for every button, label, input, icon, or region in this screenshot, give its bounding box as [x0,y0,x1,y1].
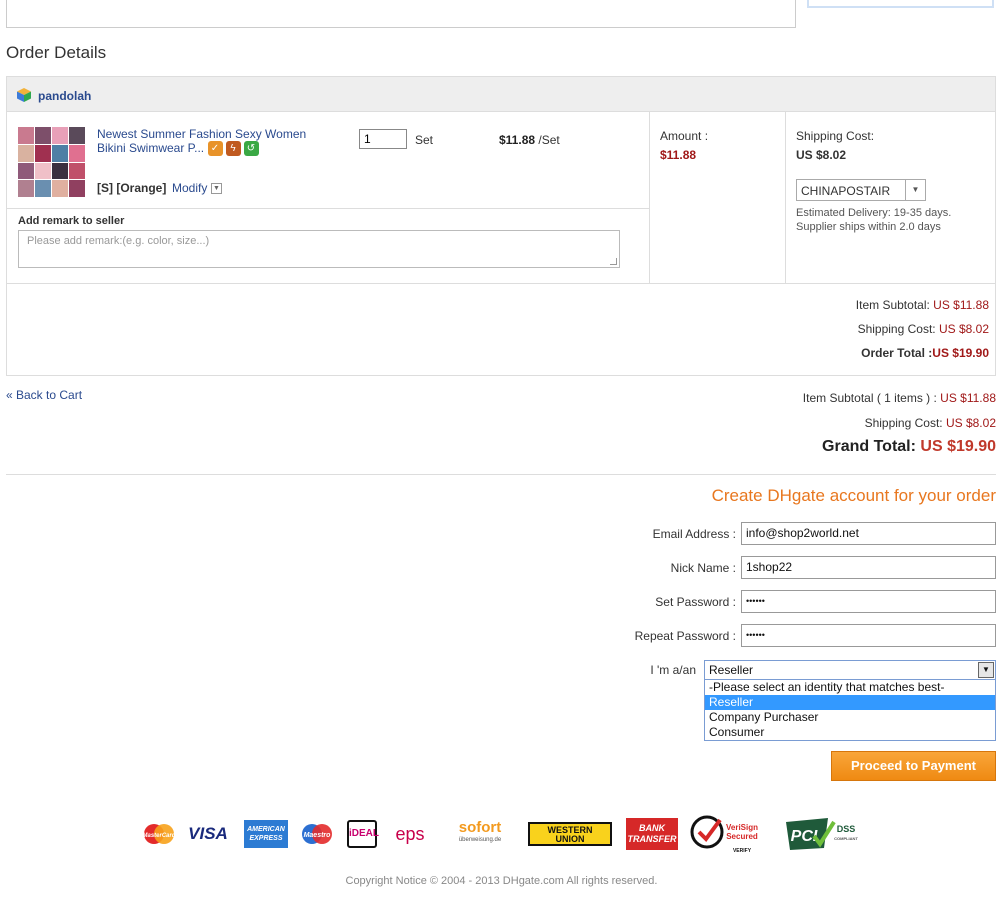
shipping-label: Shipping Cost: [796,129,875,143]
seller-link[interactable]: pandolah [38,89,91,103]
svg-text:DSS: DSS [837,824,856,834]
mastercard-logo: MasterCard [142,816,176,852]
repeat-password-label: Repeat Password : [634,629,736,643]
modify-link[interactable]: Modify [172,181,207,195]
svg-text:COMPLIANT: COMPLIANT [834,836,858,841]
divider [6,474,996,475]
quantity-unit: Set [415,133,434,147]
back-to-cart-link[interactable]: « Back to Cart [6,388,82,402]
shipping-cost: Shipping Cost: US $8.02 [864,416,996,430]
identity-option[interactable]: Consumer [705,725,995,740]
product-thumbnail[interactable] [18,127,85,197]
chevron-down-icon[interactable]: ▼ [211,183,222,194]
shipping-carrier-select[interactable]: CHINAPOSTAIR ▼ [796,179,926,201]
grand-total: Grand Total: US $19.90 [822,438,996,455]
eps-logo: eps [395,823,425,844]
copyright-notice: Copyright Notice © 2004 - 2013 DHgate.co… [345,875,658,887]
svg-text:MasterCard: MasterCard [142,833,175,839]
repeat-password-field[interactable]: •••••• [741,624,996,647]
amount-value: $11.88 [660,148,697,162]
chevron-down-icon[interactable]: ▼ [905,180,925,200]
express-icon: ϟ [225,141,241,157]
product-title[interactable]: Newest Summer Fashion Sexy Women Bikini … [97,127,327,157]
delivery-estimate: Estimated Delivery: 19-35 days. Supplier… [796,207,952,233]
guarantee-icon: ✓ [207,141,223,157]
pci-shield-icon: PCI DSS COMPLIANT [786,818,858,850]
amex-logo: AMERICAN EXPRESS [244,816,288,852]
product-badges: ✓ ϟ ↺ [207,141,259,157]
maestro-logo: Maestro [300,816,334,852]
chevron-down-icon[interactable]: ▼ [978,662,994,678]
seller-bar: pandolah [7,77,995,112]
amex-badge: AMERICAN EXPRESS [244,820,288,848]
bank-transfer-logo: BANK TRANSFER [626,816,678,852]
unit-price: $11.88 /Set [499,133,560,147]
password-label: Set Password : [655,595,736,609]
sofort-logo: sofort überweisung.de [458,819,502,843]
remark-textarea[interactable]: Please add remark:(e.g. color, size...) [18,230,620,268]
divider [649,112,650,283]
divider [7,283,995,284]
mastercard-icon: MasterCard [142,824,176,844]
create-account-title: Create DHgate account for your order [711,486,996,505]
identity-option[interactable]: Company Purchaser [705,710,995,725]
nickname-field[interactable]: 1shop22 [741,556,996,579]
shipping-value: US $8.02 [796,148,847,162]
divider [7,208,649,209]
identity-option[interactable]: Reseller [705,695,995,710]
email-label: Email Address : [652,527,736,541]
identity-selected-value: Reseller [709,663,754,677]
ideal-logo: iDEAL [346,816,379,852]
return-icon: ↺ [243,141,259,157]
western-union-badge: WESTERN UNION [528,822,612,846]
visa-logo: VISA [188,824,228,843]
svg-text:Maestro: Maestro [304,832,332,839]
svg-text:Secured: Secured [726,832,758,841]
verisign-checkmark-icon: VeriSign Secured VERIFY [690,815,758,854]
page-title: Order Details [6,43,107,62]
pci-dss-logo: PCI DSS COMPLIANT [784,816,862,852]
side-panel-box [807,0,994,8]
quantity-input[interactable] [359,129,407,149]
svg-text:VeriSign: VeriSign [726,823,758,832]
identity-dropdown: -Please select an identity that matches … [704,679,996,741]
maestro-icon: Maestro [302,824,332,844]
payment-methods: MasterCard VISA AMERICAN EXPRESS Maestro … [140,815,870,856]
svg-text:VERIFY: VERIFY [733,848,752,854]
previous-section-box [6,0,796,28]
nickname-label: Nick Name : [670,561,736,575]
store-item-subtotal: Item Subtotal: US $11.88 [855,298,989,312]
password-field[interactable]: •••••• [741,590,996,613]
identity-label: I 'm a/an [650,663,696,677]
order-panel: pandolah Newest Summer Fashion Sexy Wome… [6,76,996,376]
remark-label: Add remark to seller [18,215,125,227]
store-icon [17,88,31,102]
item-subtotal: Item Subtotal ( 1 items ) : US $11.88 [802,391,996,405]
divider [785,112,786,283]
email-field[interactable]: info@shop2world.net [741,522,996,545]
store-shipping-cost: Shipping Cost: US $8.02 [857,322,989,336]
proceed-to-payment-button[interactable]: Proceed to Payment [831,751,996,781]
product-variant: [S] [Orange] [97,181,167,195]
bank-transfer-badge: BANK TRANSFER [626,818,678,850]
carrier-value: CHINAPOSTAIR [801,184,891,198]
identity-select[interactable]: Reseller ▼ [704,660,996,680]
amount-label: Amount : [660,129,709,143]
store-order-total: Order Total :US $19.90 [861,346,989,360]
identity-option[interactable]: -Please select an identity that matches … [705,680,995,695]
verisign-logo: VeriSign Secured VERIFY [690,815,770,854]
western-union-logo: WESTERN UNION [528,816,612,852]
